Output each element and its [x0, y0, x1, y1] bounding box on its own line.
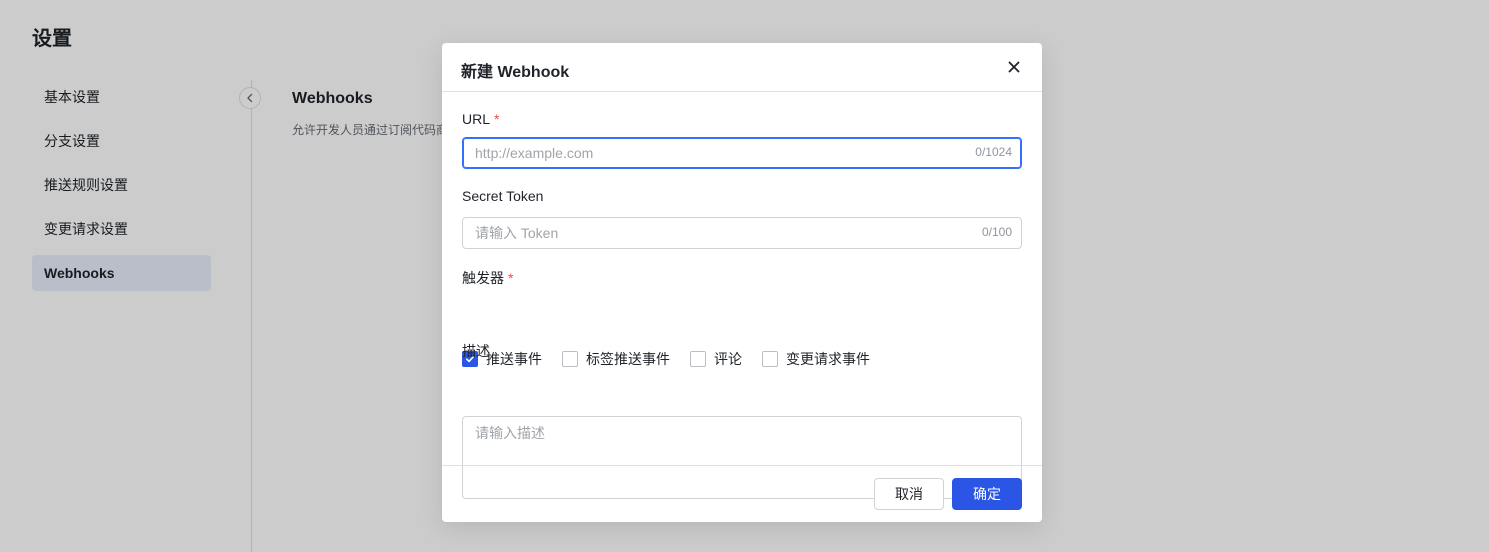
checkbox-label: 变更请求事件	[786, 351, 870, 367]
required-mark: *	[508, 270, 514, 286]
checkbox-box[interactable]	[562, 351, 578, 367]
new-webhook-dialog: 新建 Webhook URL* 0/1024 Secret Token 0/10…	[442, 43, 1042, 522]
token-char-counter: 0/100	[981, 225, 1012, 239]
dialog-header: 新建 Webhook	[442, 43, 1042, 92]
description-label: 描述	[462, 343, 490, 359]
triggers-label-text: 触发器	[462, 270, 504, 286]
checkbox-merge-request-event[interactable]: 变更请求事件	[762, 349, 870, 369]
checkbox-label: 推送事件	[486, 351, 542, 367]
token-input[interactable]	[475, 218, 955, 248]
url-input[interactable]	[475, 138, 955, 168]
trigger-checkbox-group: 推送事件 标签推送事件 评论 变更请求事件	[462, 350, 890, 368]
close-icon	[1008, 61, 1020, 73]
checkbox-box[interactable]	[762, 351, 778, 367]
checkbox-comment[interactable]: 评论	[690, 349, 742, 369]
close-button[interactable]	[1004, 57, 1024, 77]
dialog-title: 新建 Webhook	[461, 64, 570, 81]
checkbox-label: 标签推送事件	[586, 351, 670, 367]
checkbox-tag-push-event[interactable]: 标签推送事件	[562, 349, 670, 369]
dialog-footer: 取消 确定	[442, 465, 1042, 522]
url-label-text: URL	[462, 111, 491, 127]
cancel-button[interactable]: 取消	[874, 478, 944, 510]
url-field: 0/1024	[462, 137, 1022, 169]
token-label: Secret Token	[462, 188, 544, 204]
url-label: URL *	[462, 111, 499, 127]
dialog-body: URL* 0/1024 Secret Token 0/100 触发器* 推送事件	[442, 92, 1042, 499]
required-mark: *	[494, 111, 500, 127]
token-field: 0/100	[462, 217, 1022, 249]
confirm-button[interactable]: 确定	[952, 478, 1022, 510]
checkbox-box[interactable]	[690, 351, 706, 367]
url-char-counter: 0/1024	[975, 145, 1012, 159]
triggers-label: 触发器 *	[462, 268, 513, 288]
checkbox-label: 评论	[714, 351, 742, 367]
